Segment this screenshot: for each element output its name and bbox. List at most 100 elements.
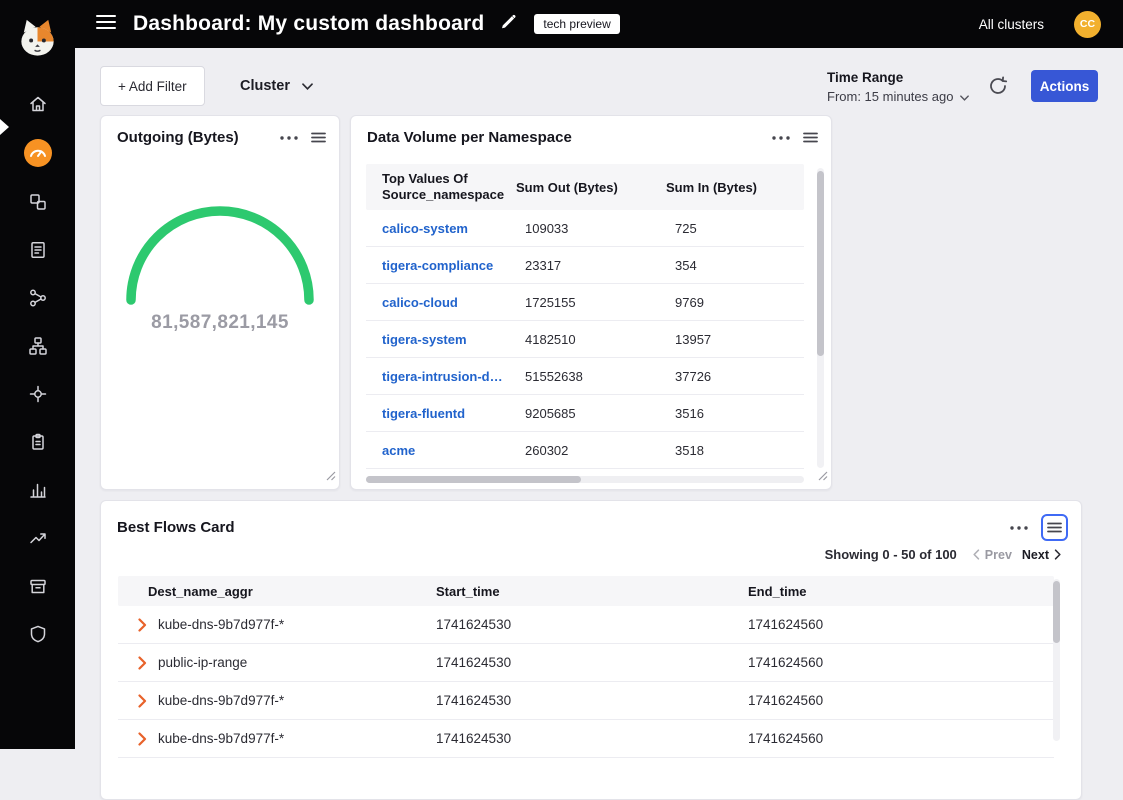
sidebar-item-metrics[interactable] (24, 478, 52, 506)
shield-icon (28, 624, 48, 649)
sum-out-value: 109033 (516, 221, 666, 236)
table-row: calico-cloud 1725155 9769 (366, 284, 804, 321)
cluster-dropdown-label: Cluster (240, 78, 290, 94)
end-time: 1741624560 (748, 655, 1054, 670)
flows-table: Dest_name_aggr Start_time End_time kube-… (118, 576, 1054, 758)
expand-chevron-icon[interactable] (138, 732, 147, 746)
card-icons (772, 132, 818, 143)
card-menu-button[interactable] (1010, 526, 1028, 530)
gauge-chart (115, 194, 325, 312)
namespace-link[interactable]: calico-system (366, 221, 516, 236)
calico-logo[interactable] (14, 15, 61, 62)
sidebar-item-trends[interactable] (24, 526, 52, 554)
column-header: Dest_name_aggr (118, 584, 436, 599)
sidebar-item-service-graph[interactable] (24, 334, 52, 362)
card-menu-button[interactable] (772, 136, 790, 140)
vertical-scrollbar[interactable] (817, 168, 824, 468)
namespace-link[interactable]: tigera-compliance (366, 258, 516, 273)
sum-out-value: 9205685 (516, 406, 666, 421)
sidebar-item-endpoints[interactable] (24, 190, 52, 218)
dest-name: kube-dns-9b7d977f-* (158, 693, 284, 708)
time-range-selector[interactable]: From: 15 minutes ago (827, 89, 969, 104)
table-row[interactable]: public-ip-range 1741624530 1741624560 (118, 644, 1054, 682)
prev-page-button[interactable]: Prev (973, 548, 1012, 562)
add-filter-button[interactable]: + Add Filter (100, 66, 205, 106)
expand-chevron-icon[interactable] (138, 618, 147, 632)
next-page-button[interactable]: Next (1022, 548, 1061, 562)
sidebar-item-storage[interactable] (24, 574, 52, 602)
table-row[interactable]: kube-dns-9b7d977f-* 1741624530 174162456… (118, 606, 1054, 644)
namespace-link[interactable]: tigera-fluentd (366, 406, 516, 421)
start-time: 1741624530 (436, 655, 748, 670)
table-row: tigera-fluentd 9205685 3516 (366, 395, 804, 432)
avatar[interactable]: CC (1074, 11, 1101, 38)
card-icons (1010, 514, 1068, 541)
horizontal-scrollbar[interactable] (366, 476, 804, 483)
table-row[interactable]: kube-dns-9b7d977f-* 1741624530 174162456… (118, 682, 1054, 720)
table-header-row: Top Values Of Source_namespace Sum Out (… (366, 164, 804, 210)
sum-in-value: 37726 (666, 369, 804, 384)
sidebar-item-compliance[interactable] (24, 430, 52, 458)
ellipsis-icon (280, 136, 298, 140)
sum-in-value: 13957 (666, 332, 804, 347)
time-range-value: From: 15 minutes ago (827, 89, 953, 104)
resize-handle-icon[interactable] (325, 468, 336, 486)
actions-button[interactable]: Actions (1031, 70, 1098, 102)
home-icon (28, 94, 48, 119)
cluster-dropdown[interactable]: Cluster (240, 66, 313, 106)
namespace-link[interactable]: acme (366, 443, 516, 458)
app-root: Dashboard: My custom dashboard tech prev… (0, 0, 1123, 749)
table-header-row: Dest_name_aggr Start_time End_time (118, 576, 1054, 606)
sidebar-item-home[interactable] (24, 92, 52, 120)
table-row[interactable]: kube-dns-9b7d977f-* 1741624530 174162456… (118, 720, 1054, 758)
outgoing-bytes-card: Outgoing (Bytes) 81,587,821,145 (100, 115, 340, 490)
resize-handle-icon[interactable] (817, 468, 828, 486)
sum-in-value: 9769 (666, 295, 804, 310)
trend-icon (28, 528, 48, 553)
scrollbar-thumb[interactable] (817, 171, 824, 356)
sidebar-item-network[interactable] (24, 286, 52, 314)
gauge-icon (23, 138, 53, 173)
actions-label: Actions (1040, 79, 1090, 94)
chevron-down-icon (302, 78, 313, 94)
prev-label: Prev (985, 548, 1012, 562)
sidebar-item-clusters[interactable] (24, 382, 52, 410)
hamburger-menu-button[interactable] (96, 16, 116, 32)
namespace-link[interactable]: tigera-system (366, 332, 516, 347)
end-time: 1741624560 (748, 693, 1054, 708)
card-drag-handle[interactable] (803, 132, 818, 143)
end-time: 1741624560 (748, 617, 1054, 632)
sidebar-item-policies[interactable] (24, 238, 52, 266)
card-drag-handle-focused[interactable] (1041, 514, 1068, 541)
card-title: Outgoing (Bytes) (117, 129, 280, 146)
card-drag-handle[interactable] (311, 132, 326, 143)
sidebar-item-dashboards[interactable] (23, 140, 53, 170)
refresh-button[interactable] (988, 76, 1008, 96)
expand-chevron-icon[interactable] (138, 694, 147, 708)
card-header: Best Flows Card (101, 501, 1081, 541)
grip-icon (1047, 522, 1062, 533)
vertical-scrollbar[interactable] (1053, 579, 1060, 741)
sidebar-item-security[interactable] (24, 622, 52, 650)
expand-chevron-icon[interactable] (138, 656, 147, 670)
column-header: Sum Out (Bytes) (516, 180, 666, 195)
table-row: tigera-intrusion-d… 51552638 37726 (366, 358, 804, 395)
namespace-link[interactable]: tigera-intrusion-d… (366, 369, 516, 384)
card-title: Data Volume per Namespace (367, 129, 772, 146)
dest-name: kube-dns-9b7d977f-* (158, 731, 284, 746)
hub-icon (28, 384, 48, 409)
chevron-right-icon (1054, 549, 1061, 560)
start-time: 1741624530 (436, 731, 748, 746)
scrollbar-thumb[interactable] (366, 476, 581, 483)
add-filter-label: + Add Filter (118, 79, 187, 94)
namespace-link[interactable]: calico-cloud (366, 295, 516, 310)
scrollbar-thumb[interactable] (1053, 581, 1060, 643)
all-clusters-selector[interactable]: All clusters (979, 17, 1044, 32)
ellipsis-icon (772, 136, 790, 140)
squares-icon (28, 192, 48, 217)
hamburger-icon (96, 14, 116, 35)
column-header: Sum In (Bytes) (666, 180, 804, 195)
edit-dashboard-button[interactable] (499, 13, 517, 36)
topbar: Dashboard: My custom dashboard tech prev… (75, 0, 1123, 48)
card-menu-button[interactable] (280, 136, 298, 140)
